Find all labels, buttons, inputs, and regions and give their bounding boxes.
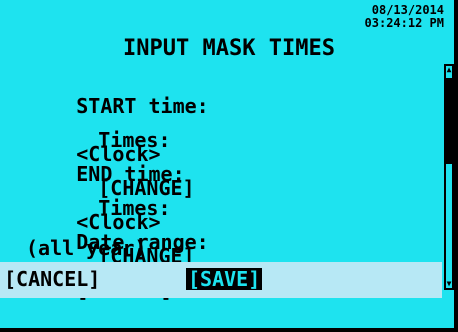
screen-frame-bottom — [0, 328, 458, 332]
lcd-display: 08/13/2014 03:24:12 PM INPUT MASK TIMES … — [0, 0, 458, 332]
cancel-button[interactable]: [CANCEL] — [4, 268, 100, 290]
scroll-up-arrow-icon[interactable]: ▲ — [446, 66, 452, 74]
save-button[interactable]: [SAVE] — [186, 268, 263, 290]
scrollbar-thumb[interactable] — [446, 78, 452, 164]
date-range-value: (all year) — [26, 236, 147, 260]
time-text: 03:24:12 PM — [364, 16, 444, 30]
datetime-display: 08/13/2014 03:24:12 PM — [344, 4, 444, 30]
page-title: INPUT MASK TIMES — [123, 36, 335, 61]
scrollbar[interactable]: ▲ ▼ — [444, 64, 454, 290]
scroll-down-arrow-icon[interactable]: ▼ — [446, 280, 452, 288]
device-screen: 08/13/2014 03:24:12 PM INPUT MASK TIMES … — [0, 0, 458, 332]
screen-frame-right — [454, 0, 458, 332]
